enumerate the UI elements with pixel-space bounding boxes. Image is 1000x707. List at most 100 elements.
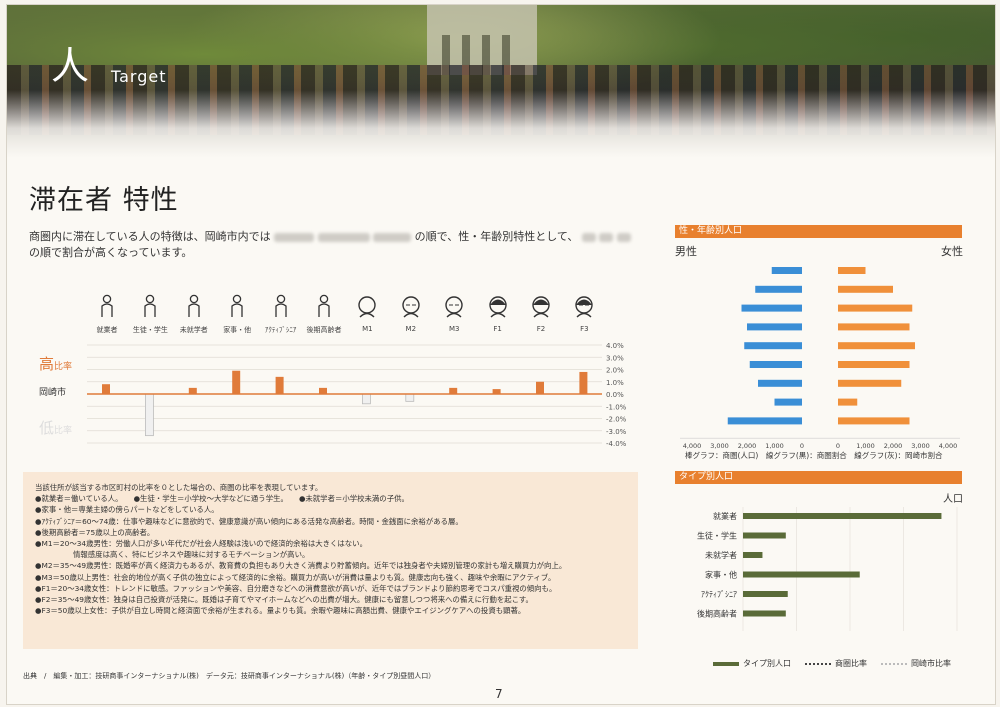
source-note: 出典 / 編集・加工：技研商事インターナショナル(株) データ元：技研商事インタ… (23, 672, 436, 680)
category-label: 生徒・学生 (697, 531, 737, 541)
type-bar (743, 591, 788, 597)
icon-label: M1 (362, 325, 373, 333)
m3-icon: M3 (434, 293, 474, 333)
male-bar (774, 398, 802, 406)
preschool-child-icon: 未就学者 (174, 293, 214, 335)
legend-gray-line-swatch (881, 662, 907, 665)
m2-icon: M2 (391, 293, 431, 333)
student-icon: 生徒・学生 (130, 293, 170, 335)
x-tick-label: 1,000 (856, 442, 875, 449)
female-bar (838, 285, 893, 293)
ratio-bar (405, 393, 415, 402)
brand-text: Target (111, 67, 167, 86)
y-tick-label: 1.0% (606, 379, 624, 387)
female-bar (838, 398, 858, 406)
icon-label: 生徒・学生 (132, 326, 168, 334)
male-bar (771, 267, 802, 274)
type-bar (743, 513, 942, 519)
late-elderly-icon: 後期高齢者 (304, 293, 344, 335)
icon-label: F2 (536, 325, 546, 333)
x-tick-label: 3,000 (710, 442, 729, 449)
type-bar (743, 532, 786, 539)
section-header-type: タイプ別人口 (675, 471, 962, 484)
female-bar (838, 323, 910, 331)
female-bar (838, 267, 866, 274)
high-ratio-label: 高比率 (39, 355, 73, 373)
category-label: 家事・他 (705, 570, 737, 580)
active-senior-icon: ｱｸﾃｨﾌﾞｼﾆｱ (261, 293, 301, 335)
f1-icon: F1 (478, 293, 518, 333)
x-tick-label: 4,000 (683, 442, 702, 449)
male-bar (727, 417, 802, 425)
type-bar (743, 552, 763, 558)
x-tick-label: 3,000 (911, 442, 930, 449)
y-tick-label: 0.0% (606, 391, 624, 399)
legend-black-line-swatch (805, 662, 831, 665)
header-photo: 人 Target (7, 5, 995, 170)
icon-label: ｱｸﾃｨﾌﾞｼﾆｱ (264, 326, 297, 334)
x-tick-label: 2,000 (884, 442, 903, 449)
page-title: 滞在者 特性 (29, 185, 179, 216)
icon-label: M3 (448, 325, 460, 333)
homemaker-icon: 家事・他 (217, 293, 257, 335)
x-tick-label: 0 (836, 442, 840, 449)
male-bar (755, 285, 802, 293)
y-tick-label: -1.0% (606, 403, 627, 411)
x-tick-label: 4,000 (939, 442, 958, 449)
icon-label: 就業者 (96, 326, 118, 334)
icon-label: M2 (405, 325, 417, 333)
page: 人 Target 滞在者 特性 商圏内に滞在している人の特徴は、岡崎市内では の… (6, 4, 996, 705)
intro-text: 商圏内に滞在している人の特徴は、岡崎市内では の順で、性・年齢別特性として、 の… (29, 229, 649, 261)
male-bar (749, 361, 802, 368)
type-legend: タイプ別人口 商圏比率 岡崎市比率 (713, 658, 951, 669)
type-bar (743, 610, 786, 617)
ratio-bar (449, 387, 458, 394)
icon-row: 就業者 生徒・学生 未就学者 家事・他 ｱｸﾃｨﾌﾞｼﾆｱ 後期高齢者 M1 M2 M3 F1 F2… (87, 293, 607, 343)
notes-box: 当該住所が該当する市区町村の比率を０とした場合の、商圏の比率を表現しています。 … (23, 472, 638, 649)
ratio-bar (188, 387, 197, 394)
ratio-bar (145, 393, 154, 437)
icon-label: 未就学者 (179, 326, 208, 334)
y-tick-label: 2.0% (606, 367, 624, 375)
legend-bar-swatch (713, 661, 739, 666)
y-tick-label: 3.0% (606, 354, 624, 362)
y-tick-label: -3.0% (606, 428, 627, 436)
x-tick-label: 2,000 (738, 442, 757, 449)
icon-label: F1 (493, 325, 502, 333)
female-bar (838, 417, 910, 425)
page-number: 7 (495, 687, 503, 701)
ratio-bar (579, 371, 588, 394)
low-ratio-label: 低比率 (39, 419, 73, 437)
section-header-age-gender: 性・年齢別人口 (675, 225, 962, 238)
f2-icon: F2 (521, 293, 561, 333)
category-label: 後期高齢者 (697, 609, 737, 619)
female-bar (838, 304, 913, 312)
male-bar (744, 342, 802, 350)
ratio-bar (102, 384, 110, 394)
icon-label: 後期高齢者 (306, 326, 342, 334)
x-tick-label: 1,000 (765, 442, 784, 449)
ratio-bar (232, 370, 241, 394)
female-bar (838, 342, 915, 350)
type-population-chart: 就業者生徒・学生未就学者家事・他 ｱｸﾃｨﾌﾞｼﾆｱ 後期高齢者 (697, 507, 958, 631)
male-bar (758, 379, 802, 387)
icon-label: 家事・他 (223, 326, 252, 334)
y-tick-label: -2.0% (606, 416, 627, 424)
y-tick-label: -4.0% (606, 440, 627, 447)
type-unit-label: 人口 (943, 494, 963, 505)
population-pyramid-chart: 4,000 3,000 2,000 1,000 0 0 1,000 2,000 3,000 4,0… (680, 267, 960, 449)
ratio-bar (536, 381, 544, 394)
icon-label: F3 (580, 325, 589, 333)
ratio-bar (319, 387, 327, 394)
ratio-bar (275, 376, 284, 394)
female-bar (838, 379, 902, 387)
category-label: 未就学者 (705, 550, 737, 560)
ratio-diff-chart: 4.0% 3.0% 2.0% 1.0% 0.0% -1.0% -2.0% -3.0% -4.0% (87, 342, 627, 447)
female-bar (838, 361, 910, 368)
worker-icon: 就業者 (87, 293, 127, 335)
y-tick-label: 4.0% (606, 342, 624, 350)
x-tick-label: 0 (800, 442, 804, 449)
ratio-bar (361, 393, 371, 405)
m1-icon: M1 (347, 293, 387, 333)
category-label: ｱｸﾃｨﾌﾞｼﾆｱ (701, 590, 737, 599)
